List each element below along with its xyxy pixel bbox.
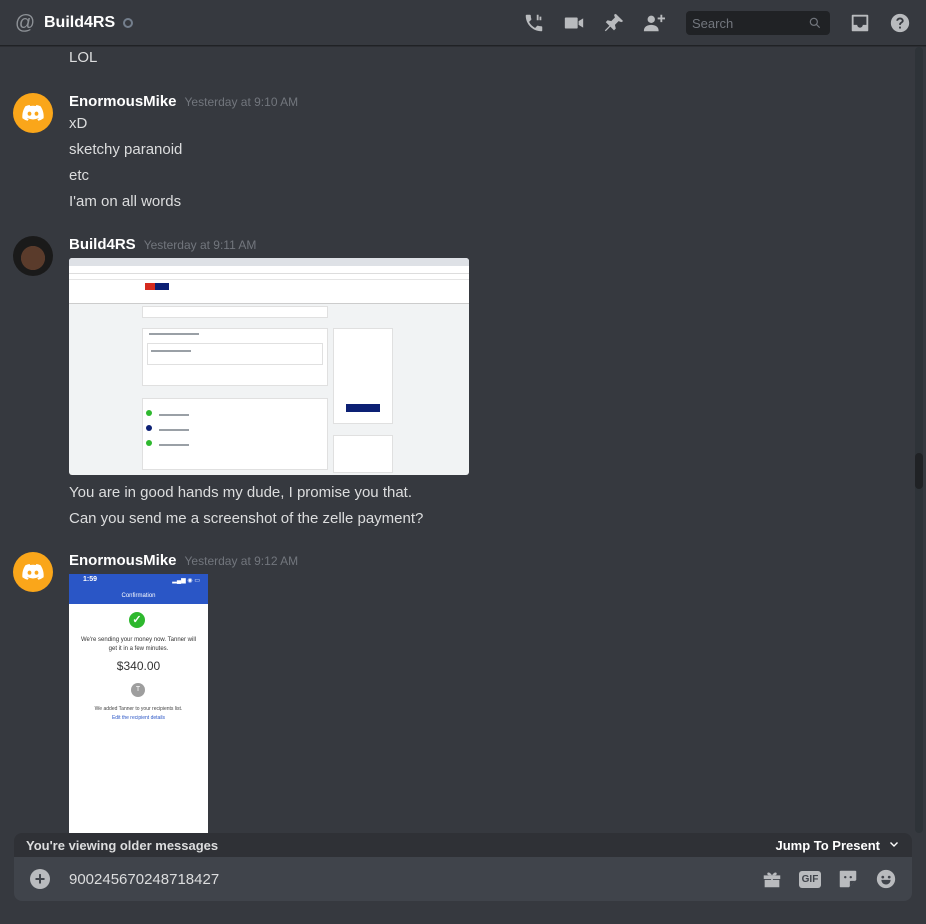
message-line: I'am on all words [69, 193, 182, 210]
sticker-icon[interactable] [836, 867, 860, 891]
jump-to-present-label: Jump To Present [775, 837, 880, 853]
username[interactable]: EnormousMike [69, 93, 177, 110]
discord-logo-icon [22, 105, 44, 121]
message-line: sketchy paranoid [69, 141, 183, 158]
transaction-icon [146, 425, 152, 431]
transaction-icon [146, 440, 152, 446]
message-line: Can you send me a screenshot of the zell… [69, 510, 424, 527]
phone-header: 1:59 ▂▄▆ ◉ ▭ Confirmation [69, 574, 208, 604]
recipient-added-note: We added Tanner to your recipients list. [94, 706, 183, 712]
recipient-avatar: T [131, 683, 145, 697]
browser-tabs [69, 258, 469, 266]
timestamp[interactable]: Yesterday at 9:12 AM [185, 554, 299, 568]
confirmation-title: Confirmation [121, 593, 156, 599]
header-toolbar: Search [522, 0, 926, 46]
account-row [147, 343, 323, 365]
pin-icon[interactable] [602, 11, 626, 35]
gif-label: GIF [798, 870, 822, 888]
username[interactable]: Build4RS [69, 236, 136, 253]
text-line [159, 414, 189, 416]
text-line [149, 333, 199, 335]
text-line [159, 444, 189, 446]
scrollbar-thumb[interactable] [915, 453, 923, 489]
composer-buttons: GIF [746, 867, 898, 891]
avatar[interactable] [13, 236, 53, 276]
add-attachment-icon[interactable]: + [30, 869, 50, 889]
bank-logo-mark [155, 283, 169, 290]
message-header: Build4RS Yesterday at 9:11 AM [69, 236, 256, 253]
message-header: EnormousMike Yesterday at 9:12 AM [69, 552, 298, 569]
older-messages-text: You're viewing older messages [26, 837, 219, 853]
bank-subnav [69, 294, 469, 304]
search-input[interactable]: Search [686, 11, 830, 35]
status-indicator [123, 17, 134, 28]
message-composer: + 900245670248718427 GIF [14, 857, 912, 901]
search-placeholder: Search [692, 15, 734, 31]
chevron-down-icon [890, 842, 898, 847]
transactions-card [142, 398, 328, 470]
edit-recipient-link: Edit the recipient details [111, 715, 166, 721]
image-attachment-payment-confirmation[interactable]: 1:59 ▂▄▆ ◉ ▭ Confirmation ✓ We're sendin… [69, 574, 208, 833]
older-messages-bar: You're viewing older messages Jump To Pr… [14, 833, 912, 857]
emoji-icon[interactable] [874, 867, 898, 891]
video-call-icon[interactable] [562, 11, 586, 35]
message-line: LOL [69, 49, 98, 66]
review-button [346, 404, 380, 412]
message-header: EnormousMike Yesterday at 9:10 AM [69, 93, 298, 110]
inbox-icon[interactable] [848, 11, 872, 35]
checkmark-icon: ✓ [129, 612, 145, 628]
username[interactable]: EnormousMike [69, 552, 177, 569]
image-attachment-bank-screenshot[interactable] [69, 258, 469, 475]
search-icon [809, 17, 821, 29]
message-list[interactable]: LOL EnormousMike Yesterday at 9:10 AM xD… [0, 47, 914, 833]
at-icon: @ [14, 11, 36, 34]
message-line: xD [69, 115, 88, 132]
phone-call-icon[interactable] [522, 11, 546, 35]
gift-icon[interactable] [760, 867, 784, 891]
transaction-icon [146, 410, 152, 416]
gif-icon[interactable]: GIF [798, 867, 822, 891]
add-friend-icon[interactable] [642, 11, 666, 35]
text-line [159, 429, 189, 431]
jump-to-present-button[interactable]: Jump To Present [775, 838, 900, 853]
discord-logo-icon [22, 564, 44, 580]
payment-amount: $340.00 [116, 659, 161, 673]
shortcuts-card [333, 435, 393, 473]
avatar[interactable] [13, 93, 53, 133]
bank-nav [69, 280, 469, 294]
browser-address-bar [69, 266, 469, 274]
timestamp[interactable]: Yesterday at 9:11 AM [144, 238, 257, 252]
scrollbar-track[interactable] [915, 47, 923, 833]
message-input[interactable]: 900245670248718427 [69, 871, 219, 888]
signal-battery-icon: ▂▄▆ ◉ ▭ [172, 578, 200, 584]
phone-time: 1:59 [83, 576, 98, 583]
welcome-card [142, 306, 328, 318]
help-icon[interactable] [888, 11, 912, 35]
message-line: etc [69, 167, 90, 184]
confirmation-message: We're sending your money now. Tanner wil… [81, 637, 196, 652]
message-line: You are in good hands my dude, I promise… [69, 484, 413, 501]
avatar[interactable] [13, 552, 53, 592]
timestamp[interactable]: Yesterday at 9:10 AM [185, 95, 299, 109]
text-line [151, 350, 191, 352]
channel-name: Build4RS [44, 13, 116, 31]
channel-header: @ Build4RS Search [0, 0, 926, 46]
